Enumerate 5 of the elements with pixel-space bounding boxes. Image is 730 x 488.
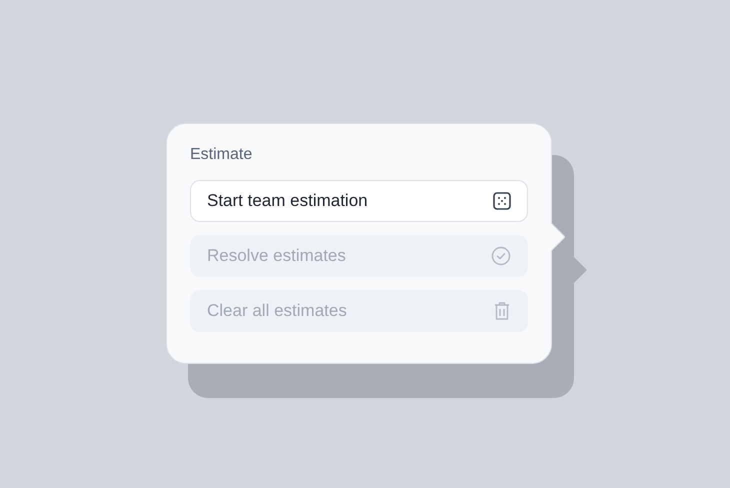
popover-title: Estimate [190,146,254,164]
trash-icon [493,301,511,321]
menu-item[interactable]: Start team estimation [190,180,528,222]
check-circle-icon [491,246,511,266]
dice-icon [493,192,511,210]
